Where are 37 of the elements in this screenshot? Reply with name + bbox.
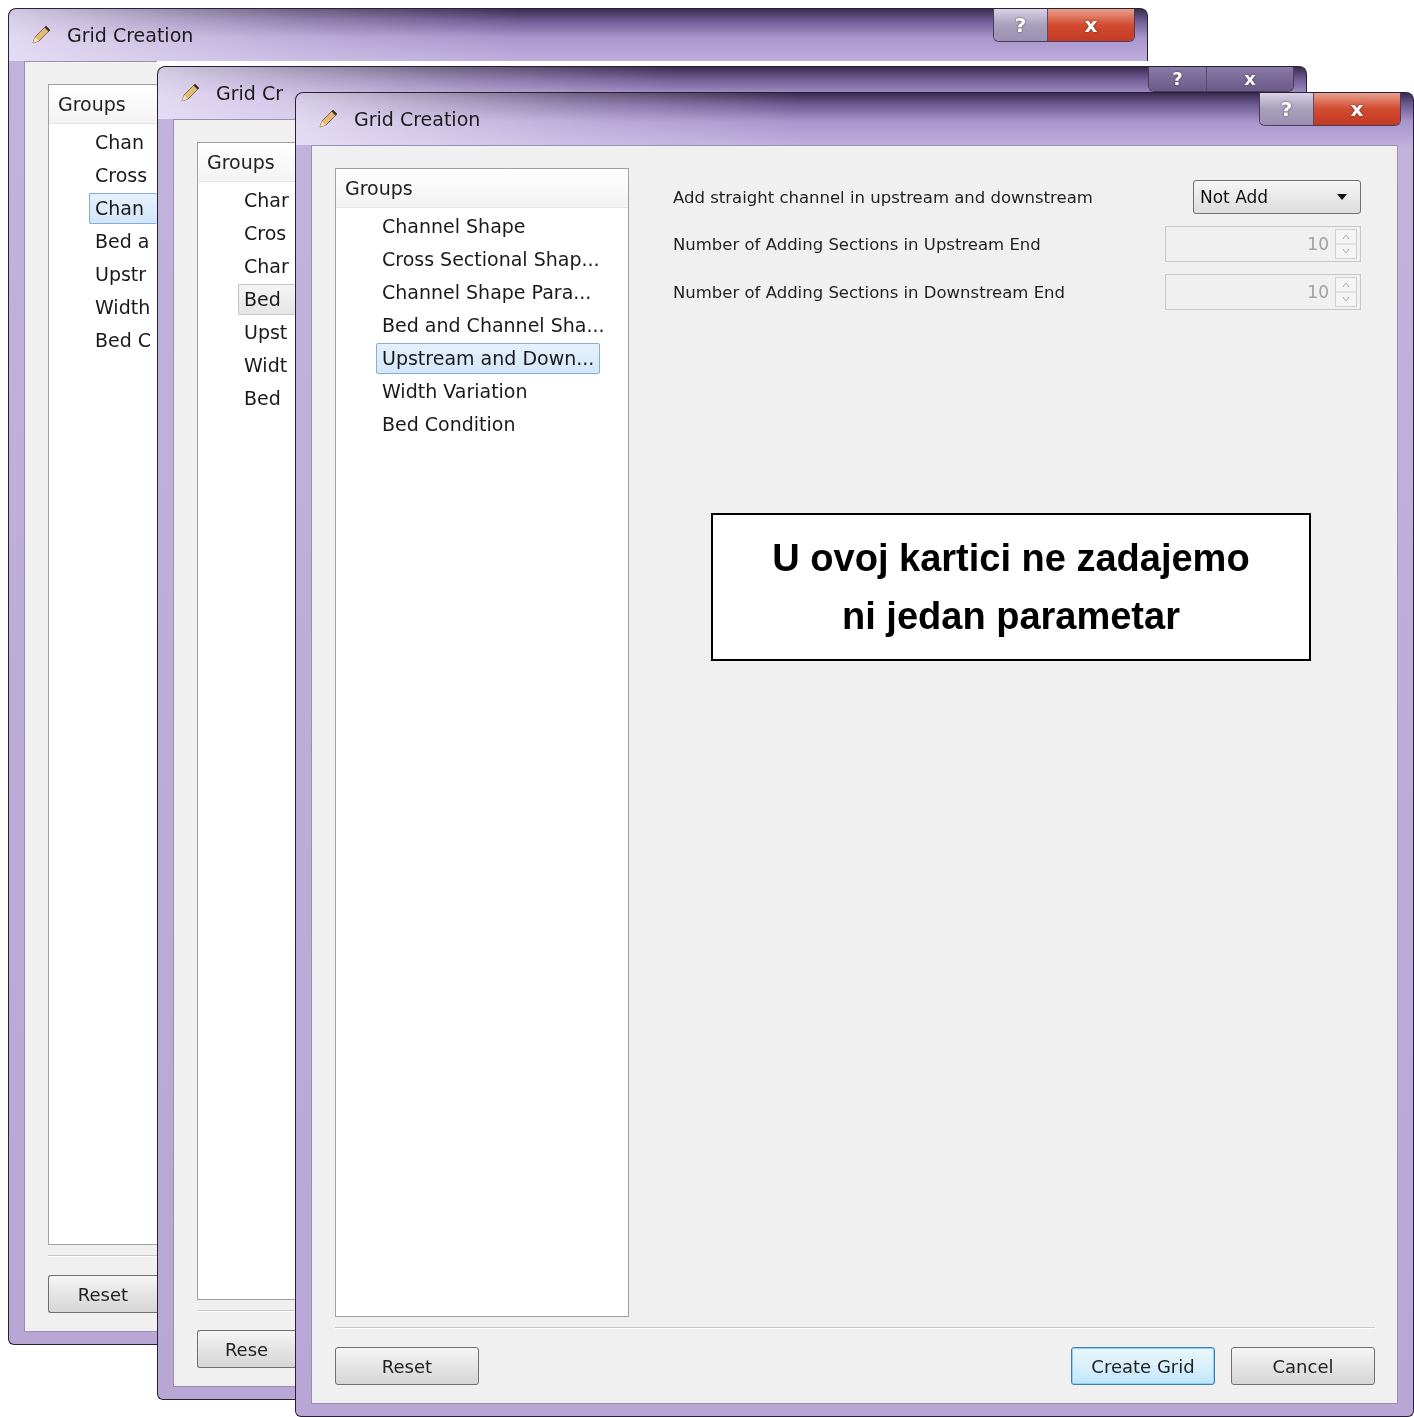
window-title: Grid Creation	[67, 24, 194, 46]
reset-button[interactable]: Reset	[48, 1275, 157, 1313]
list-item[interactable]: Cross Sectional Shap...	[376, 244, 606, 275]
dialog-button[interactable]: Create Grid	[1071, 1347, 1215, 1385]
close-button[interactable]: x	[1207, 67, 1293, 91]
field-label: Number of Adding Sections in Upstream End	[673, 234, 1042, 254]
window-title: Grid Cr	[216, 82, 283, 104]
pencil-icon	[29, 23, 53, 47]
field-label: Add straight channel in upstream and downstream	[673, 187, 1094, 207]
list-item[interactable]: Bed C	[89, 325, 157, 356]
list-item[interactable]: Chan	[89, 127, 150, 158]
close-button[interactable]: x	[1048, 9, 1134, 41]
list-item[interactable]: Chan	[89, 193, 157, 224]
list-item[interactable]: Cross	[89, 160, 154, 191]
list-item[interactable]: Bed and Channel Sha...	[376, 310, 611, 341]
field-label: Number of Adding Sections in Downstream End	[673, 282, 1066, 302]
pencil-icon	[178, 81, 202, 105]
window-title: Grid Creation	[354, 108, 481, 130]
dialog-button[interactable]: Cancel	[1231, 1347, 1375, 1385]
list-item[interactable]: Upstr	[89, 259, 153, 290]
spin-arrows-icon	[1335, 229, 1357, 259]
help-button[interactable]: ?	[1149, 67, 1207, 91]
list-item[interactable]: Bed Condition	[376, 409, 522, 440]
list-item[interactable]: Width Variation	[376, 376, 534, 407]
annotation-text: U ovoj kartici ne zadajemo ni jedan parametar	[711, 513, 1311, 661]
spin-arrows-icon	[1335, 277, 1357, 307]
list-item[interactable]: Width	[89, 292, 157, 323]
caret-icon	[1336, 193, 1348, 201]
dropdown[interactable]: Not Add	[1193, 180, 1361, 214]
list-item[interactable]: Channel Shape	[376, 211, 532, 242]
list-item[interactable]: Upstream and Down...	[376, 343, 601, 374]
reset-button[interactable]: Reset	[335, 1347, 479, 1385]
list-item[interactable]: Channel Shape Para...	[376, 277, 598, 308]
pencil-icon	[316, 107, 340, 131]
reset-button[interactable]: Rese	[197, 1330, 295, 1368]
close-button[interactable]: x	[1314, 93, 1400, 125]
list-item[interactable]: Bed a	[89, 226, 156, 257]
